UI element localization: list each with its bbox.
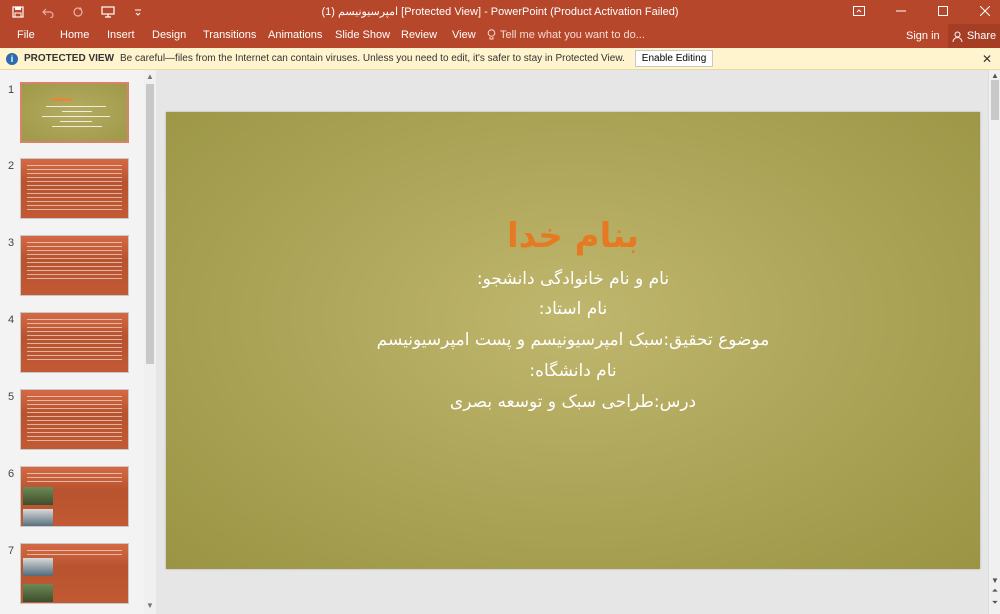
slide-canvas[interactable]: بنام خدا نام و نام خانوادگی دانشجو: نام … xyxy=(166,112,980,569)
thumbnail-preview xyxy=(20,235,129,296)
tab-design[interactable]: Design xyxy=(152,29,186,41)
scroll-up-arrow-icon[interactable]: ▲ xyxy=(146,73,154,81)
tab-review[interactable]: Review xyxy=(401,29,437,41)
protected-view-title: PROTECTED VIEW xyxy=(24,53,115,64)
slide-thumbnail-3[interactable]: 3 xyxy=(0,235,140,299)
thumbnail-preview xyxy=(20,82,129,143)
thumbnail-preview xyxy=(20,312,129,373)
thumbnail-preview xyxy=(20,466,129,527)
slide-thumbnail-6[interactable]: 6 xyxy=(0,466,140,530)
tell-me-box[interactable]: Tell me what you want to do... xyxy=(487,29,645,41)
tab-transitions[interactable]: Transitions xyxy=(203,29,256,41)
window-title: امپرسیونیسم (1) [Protected View] - Power… xyxy=(321,6,679,18)
share-label: Share xyxy=(966,30,997,42)
tab-slide-show[interactable]: Slide Show xyxy=(335,29,390,41)
protected-view-message: Be careful—files from the Internet can c… xyxy=(120,53,625,64)
slide-number: 5 xyxy=(8,391,15,403)
tab-view[interactable]: View xyxy=(452,29,476,41)
slide-body-line-3: موضوع تحقیق:سبک امپرسیونیسم و پست امپرسی… xyxy=(376,330,770,350)
title-bar: امپرسیونیسم (1) [Protected View] - Power… xyxy=(0,0,1000,24)
tab-home[interactable]: Home xyxy=(60,29,89,41)
slide-thumbnail-1[interactable]: 1 xyxy=(0,82,140,146)
maximize-icon[interactable] xyxy=(936,4,950,18)
slide-thumbnail-7[interactable]: 7 xyxy=(0,543,140,607)
slide-thumbnail-4[interactable]: 4 xyxy=(0,312,140,376)
protected-view-bar: i PROTECTED VIEW Be careful—files from t… xyxy=(0,48,1000,70)
tell-me-text: Tell me what you want to do... xyxy=(500,29,645,41)
slide-body-line-5: درس:طراحی سبک و توسعه بصری xyxy=(449,392,697,412)
tab-insert[interactable]: Insert xyxy=(107,29,135,41)
minimize-icon[interactable] xyxy=(894,4,908,18)
window-controls xyxy=(852,4,992,18)
slide-body-line-1: نام و نام خانوادگی دانشجو: xyxy=(476,269,670,289)
ribbon-tabs: File Home Insert Design Transitions Anim… xyxy=(0,24,1000,48)
scroll-down-arrow-icon[interactable]: ▼ xyxy=(146,602,154,610)
enable-editing-button[interactable]: Enable Editing xyxy=(634,50,714,67)
slide-title: بنام خدا xyxy=(507,216,639,256)
slide-thumbnail-2[interactable]: 2 xyxy=(0,158,140,222)
slide-body-line-2: نام استاد: xyxy=(538,299,608,319)
ribbon-display-options-icon[interactable] xyxy=(852,4,866,18)
slide-number: 7 xyxy=(8,545,15,557)
slide-body-line-4: نام دانشگاه: xyxy=(529,361,617,381)
sign-in-link[interactable]: Sign in xyxy=(906,30,940,42)
slide-thumbnail-5[interactable]: 5 xyxy=(0,389,140,453)
slide-number: 1 xyxy=(8,84,15,96)
thumbnail-preview xyxy=(20,543,129,604)
slide-editor: بنام خدا نام و نام خانوادگی دانشجو: نام … xyxy=(156,70,988,614)
thumbnail-preview xyxy=(20,389,129,450)
share-person-icon xyxy=(952,31,963,42)
scrollbar-thumb[interactable] xyxy=(991,80,999,120)
slide-number: 3 xyxy=(8,237,15,249)
scroll-down-arrow-icon[interactable]: ▼ xyxy=(989,576,1000,585)
thumbnail-photo xyxy=(23,509,53,526)
slide-number: 6 xyxy=(8,468,15,480)
scrollbar-thumb[interactable] xyxy=(146,84,154,364)
thumbnail-photo xyxy=(23,558,53,576)
share-button[interactable]: Share xyxy=(948,24,1000,48)
close-window-icon[interactable] xyxy=(978,4,992,18)
slide-number: 4 xyxy=(8,314,15,326)
close-icon[interactable]: ✕ xyxy=(982,52,992,66)
tab-file[interactable]: File xyxy=(17,29,35,41)
previous-slide-icon[interactable]: ⏶ xyxy=(989,586,1000,596)
slide-thumbnail-pane: 1 2 3 4 5 6 7 xyxy=(0,70,156,614)
thumbnail-scrollbar[interactable]: ▲ ▼ xyxy=(144,70,156,614)
lightbulb-icon xyxy=(487,29,496,40)
slide-number: 2 xyxy=(8,160,15,172)
scroll-up-arrow-icon[interactable]: ▲ xyxy=(989,71,1000,80)
thumbnail-photo xyxy=(23,487,53,505)
slide-scrollbar[interactable]: ▲ ▼ ⏶ ⏷ xyxy=(988,70,1000,614)
next-slide-icon[interactable]: ⏷ xyxy=(989,598,1000,608)
tab-animations[interactable]: Animations xyxy=(268,29,322,41)
info-shield-icon: i xyxy=(6,52,18,65)
thumbnail-photo xyxy=(23,584,53,602)
thumbnail-preview xyxy=(20,158,129,219)
